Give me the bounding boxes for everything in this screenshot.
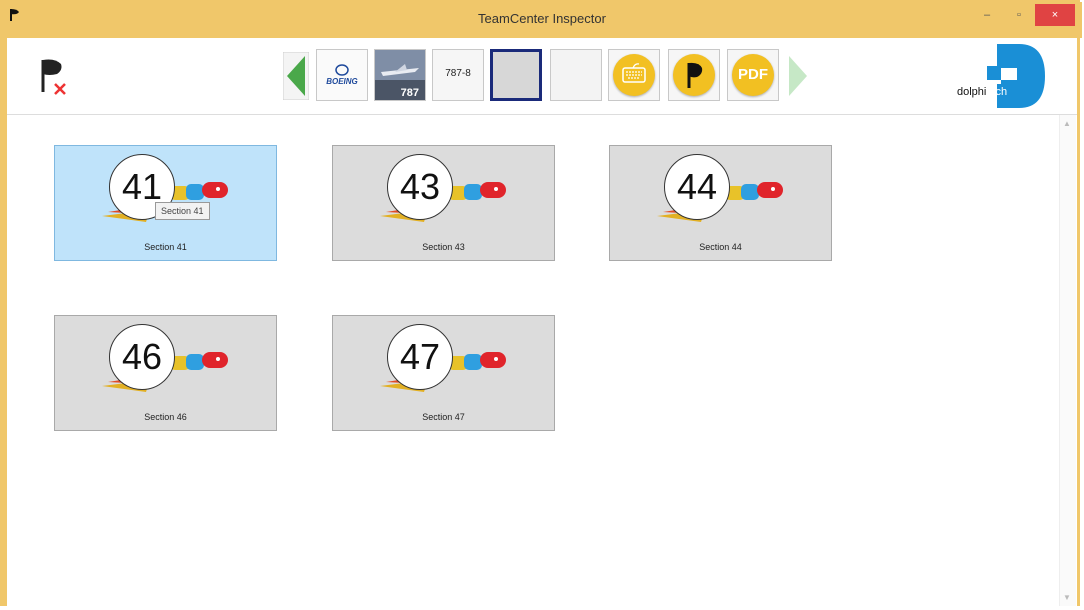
boeing-label: BOEING: [326, 77, 358, 86]
sections-panel: 41 Section 41 Section 41 43 Section 43 4…: [7, 114, 1077, 607]
dolphitech-logo: dolphitech: [957, 44, 1045, 108]
toolbar: BOEING 787 787-8 PDF dolphitech: [7, 38, 1077, 114]
title-bar[interactable]: TeamCenter Inspector – ▫ ×: [2, 2, 1082, 38]
section-card-44[interactable]: 44 Section 44: [609, 145, 832, 261]
section-card-43[interactable]: 43 Section 43: [332, 145, 555, 261]
section-card-47[interactable]: 47 Section 47: [332, 315, 555, 431]
app-window: TeamCenter Inspector – ▫ × BOEING 787 78…: [0, 0, 1082, 607]
section-label: Section 47: [422, 412, 465, 422]
section-label: Section 46: [144, 412, 187, 422]
variant-label: 787-8: [445, 68, 471, 79]
section-label: Section 44: [699, 242, 742, 252]
section-number-circle: 43: [387, 154, 453, 220]
keyboard-button[interactable]: [608, 49, 660, 101]
scanner-button[interactable]: [668, 49, 720, 101]
pdf-icon: PDF: [732, 54, 774, 96]
scroll-down-icon[interactable]: ▼: [1063, 593, 1071, 602]
forward-arrow-icon[interactable]: [785, 52, 811, 100]
tooltip: Section 41: [155, 202, 210, 220]
maximize-button[interactable]: ▫: [1003, 4, 1035, 26]
section-card-46[interactable]: 46 Section 46: [54, 315, 277, 431]
logo-text-tech: tech: [986, 86, 1008, 98]
thumb-boeing[interactable]: BOEING: [316, 49, 368, 101]
section-label: Section 41: [144, 242, 187, 252]
thumb-empty[interactable]: [550, 49, 602, 101]
section-number-circle: 46: [109, 324, 175, 390]
aircraft-photo-icon: 787: [375, 50, 425, 100]
back-arrow-icon[interactable]: [283, 52, 309, 100]
scroll-up-icon[interactable]: ▲: [1063, 119, 1071, 128]
scanner-icon: [673, 54, 715, 96]
logo-text-dolphi: dolphi: [957, 86, 987, 98]
vertical-scrollbar[interactable]: ▲ ▼: [1059, 115, 1076, 606]
window-title: TeamCenter Inspector: [478, 11, 606, 26]
boeing-logo-icon: BOEING: [317, 50, 367, 100]
section-number-circle: 44: [664, 154, 730, 220]
thumb-787-8[interactable]: 787-8: [432, 49, 484, 101]
close-button[interactable]: ×: [1035, 4, 1075, 26]
787-label: 787: [401, 87, 419, 99]
thumb-selected[interactable]: [490, 49, 542, 101]
exit-button[interactable]: [35, 54, 75, 98]
thumb-787-photo[interactable]: 787: [374, 49, 426, 101]
section-label: Section 43: [422, 242, 465, 252]
pdf-button[interactable]: PDF: [727, 49, 779, 101]
minimize-button[interactable]: –: [971, 4, 1003, 26]
section-card-41[interactable]: 41 Section 41 Section 41: [54, 145, 277, 261]
flag-exit-icon: [41, 59, 66, 95]
keyboard-icon: [613, 54, 655, 96]
pdf-label: PDF: [738, 66, 768, 83]
section-number-circle: 47: [387, 324, 453, 390]
